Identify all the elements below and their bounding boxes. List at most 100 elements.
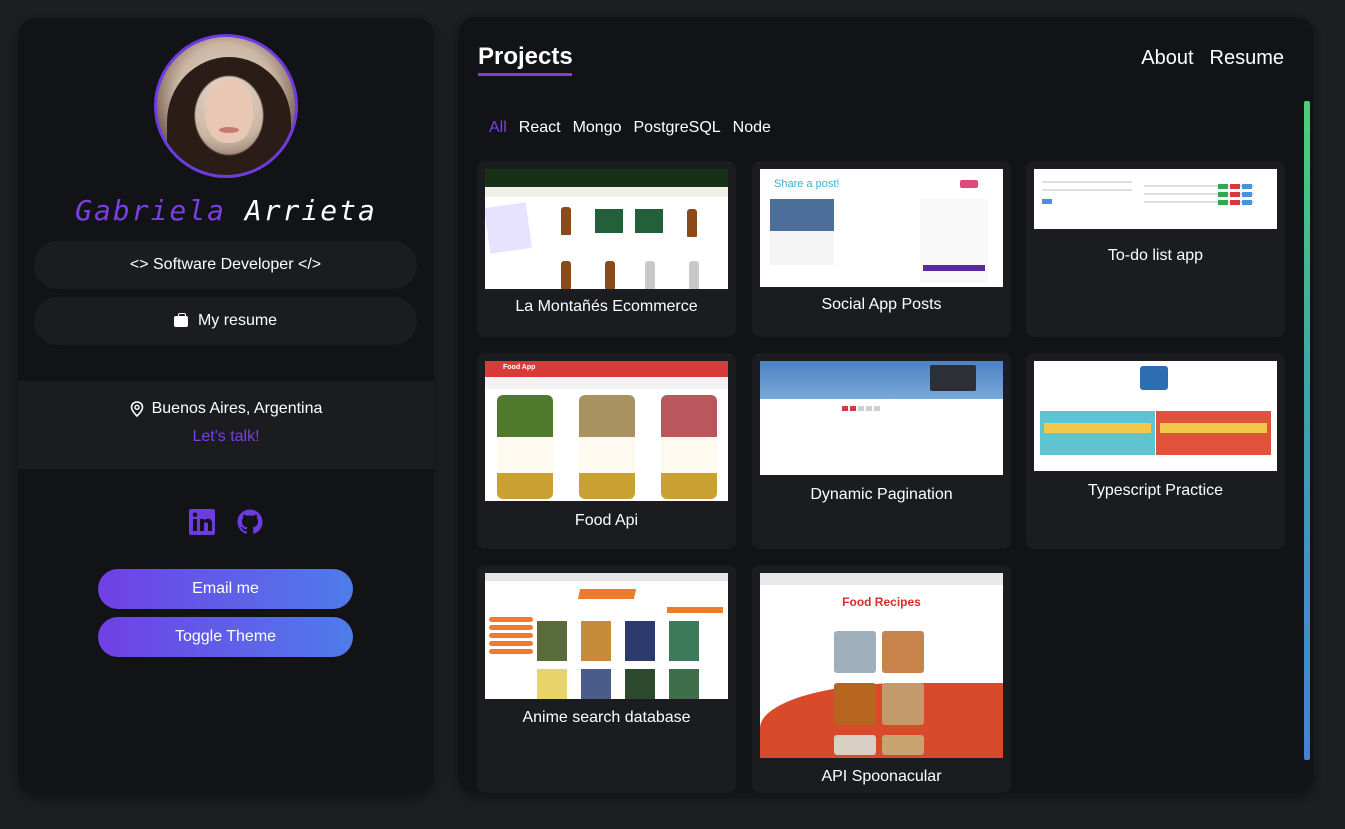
thumb-dish bbox=[834, 631, 876, 673]
thumb-search bbox=[846, 617, 916, 624]
thumb-logo: Food App bbox=[503, 364, 536, 371]
thumb-action bbox=[1242, 200, 1252, 205]
thumb-logo bbox=[577, 589, 637, 599]
thumb-button bbox=[1042, 199, 1052, 204]
thumb-item-card bbox=[941, 417, 995, 465]
avatar-face bbox=[205, 79, 253, 143]
thumb-page-button bbox=[858, 406, 864, 411]
nav-about[interactable]: About bbox=[1141, 47, 1193, 70]
profile-sidebar: Gabriela Arrieta <> Software Developer <… bbox=[18, 18, 434, 794]
avatar-lips bbox=[219, 127, 239, 133]
project-card-typescript[interactable]: Typescript Practice bbox=[1026, 353, 1285, 549]
thumb-page-button bbox=[842, 406, 848, 411]
project-card-social[interactable]: Share a post! Social App Posts bbox=[752, 161, 1011, 337]
project-thumbnail: Food App bbox=[485, 361, 728, 501]
project-card-food-api[interactable]: Food App Food Api bbox=[477, 353, 736, 549]
thumb-browserbar bbox=[760, 573, 1003, 585]
thumb-input bbox=[1040, 397, 1271, 407]
filter-mongo[interactable]: Mongo bbox=[573, 119, 622, 137]
project-card-spoonacular[interactable]: Food Recipes API Spoonacular bbox=[752, 565, 1011, 793]
nav-resume[interactable]: Resume bbox=[1210, 47, 1284, 70]
top-nav: About Resume bbox=[1141, 47, 1284, 70]
location: Buenos Aires, Argentina bbox=[18, 400, 434, 418]
thumb-action bbox=[1218, 184, 1228, 189]
thumb-bottle bbox=[605, 261, 615, 289]
project-thumbnail: Share a post! bbox=[760, 169, 1003, 287]
thumb-dish bbox=[834, 735, 876, 755]
filter-react[interactable]: React bbox=[519, 119, 561, 137]
briefcase-icon bbox=[173, 312, 188, 327]
thumb-poster bbox=[537, 621, 567, 661]
project-card-anime[interactable]: Anime search database bbox=[477, 565, 736, 793]
last-name: Arrieta bbox=[244, 194, 377, 227]
project-title: Anime search database bbox=[522, 709, 691, 726]
project-thumbnail: Food Recipes bbox=[760, 573, 1003, 758]
thumb-banner-text: Share a post! bbox=[774, 178, 840, 190]
thumb-subbar bbox=[485, 187, 728, 197]
resume-label: My resume bbox=[197, 312, 278, 329]
project-card-ecommerce[interactable]: La Montañés Ecommerce bbox=[477, 161, 736, 337]
role-label: <> Software Developer </> bbox=[129, 256, 322, 273]
filter-node[interactable]: Node bbox=[733, 119, 771, 137]
thumb-poster bbox=[581, 669, 611, 699]
linkedin-icon[interactable] bbox=[188, 508, 216, 536]
filter-postgresql[interactable]: PostgreSQL bbox=[634, 119, 721, 137]
thumb-done-column bbox=[1156, 411, 1271, 455]
project-title: La Montañés Ecommerce bbox=[515, 298, 698, 315]
thumb-action bbox=[1242, 184, 1252, 189]
thumb-product bbox=[595, 209, 623, 233]
thumb-genre bbox=[489, 633, 533, 638]
contact-box: Buenos Aires, Argentina Let's talk! bbox=[18, 381, 434, 469]
project-title: Social App Posts bbox=[821, 296, 942, 313]
email-me-button[interactable]: Email me bbox=[98, 569, 353, 609]
thumb-poster bbox=[581, 621, 611, 661]
lets-talk-link[interactable]: Let's talk! bbox=[18, 428, 434, 446]
thumb-item-card bbox=[884, 417, 938, 465]
thumb-task bbox=[1044, 423, 1151, 433]
thumb-genre bbox=[489, 641, 533, 646]
social-links bbox=[18, 508, 434, 536]
thumb-action bbox=[1218, 200, 1228, 205]
resume-button[interactable]: My resume bbox=[34, 297, 417, 345]
thumb-page-button bbox=[850, 406, 856, 411]
filter-all[interactable]: All bbox=[489, 119, 507, 137]
thumb-laptop bbox=[930, 365, 976, 391]
thumb-poster bbox=[625, 621, 655, 661]
thumb-row bbox=[1042, 181, 1132, 183]
thumb-task bbox=[1160, 423, 1267, 433]
thumb-poster bbox=[625, 669, 655, 699]
location-label: Buenos Aires, Argentina bbox=[151, 400, 323, 417]
thumb-action bbox=[1242, 192, 1252, 197]
profile-name: Gabriela Arrieta bbox=[18, 194, 434, 227]
thumb-dish bbox=[882, 735, 924, 755]
project-card-pagination[interactable]: Dynamic Pagination bbox=[752, 353, 1011, 549]
thumb-page-button bbox=[866, 406, 872, 411]
thumb-cap bbox=[689, 261, 699, 289]
thumb-promo bbox=[485, 202, 532, 254]
github-icon[interactable] bbox=[236, 508, 264, 536]
thumb-post-image bbox=[770, 199, 834, 231]
page-title: Projects bbox=[478, 43, 573, 70]
thumb-action bbox=[1230, 192, 1240, 197]
project-filters: All React Mongo PostgreSQL Node bbox=[489, 119, 771, 137]
projects-panel: Projects About Resume All React Mongo Po… bbox=[458, 17, 1314, 793]
thumb-recipe-footer bbox=[497, 473, 553, 499]
thumb-filterbar bbox=[485, 377, 728, 389]
project-thumbnail bbox=[485, 169, 728, 289]
scrollbar[interactable] bbox=[1304, 101, 1310, 760]
thumb-action bbox=[1230, 184, 1240, 189]
first-name: Gabriela bbox=[75, 194, 226, 227]
thumb-genre bbox=[489, 617, 533, 622]
thumb-browserbar bbox=[485, 573, 728, 581]
thumb-button bbox=[960, 180, 978, 188]
title-underline bbox=[478, 73, 572, 76]
thumb-poster bbox=[537, 669, 567, 699]
project-thumbnail bbox=[1034, 169, 1277, 229]
project-title: Food Api bbox=[574, 512, 639, 529]
thumb-recipe-footer bbox=[579, 473, 635, 499]
thumb-search bbox=[667, 607, 723, 613]
avatar bbox=[154, 34, 298, 178]
toggle-theme-button[interactable]: Toggle Theme bbox=[98, 617, 353, 657]
project-card-todo[interactable]: To-do list app bbox=[1026, 161, 1285, 337]
thumb-item-card bbox=[770, 417, 824, 465]
